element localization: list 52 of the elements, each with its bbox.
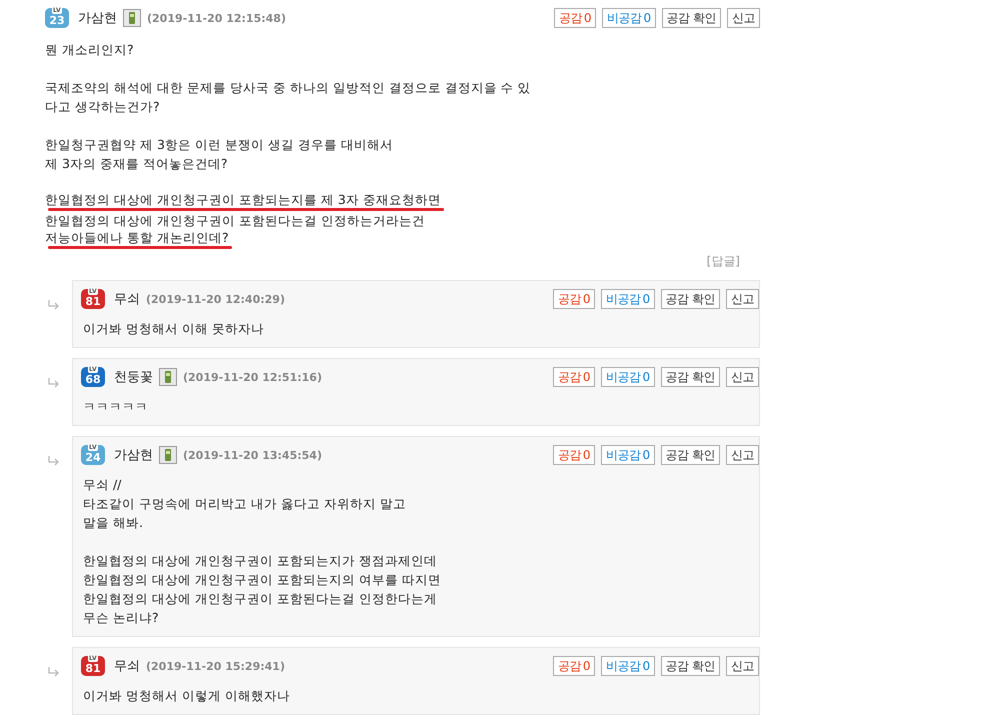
like-button[interactable]: 공감 0 xyxy=(552,656,596,676)
post-date: (2019-11-20 12:40:29) xyxy=(146,292,285,306)
comment-text: 한일협정의 대상에 개인청구권이 포함되는지를 제 3자 중재요청하면 xyxy=(45,192,441,208)
comment-text: 타조같이 구멍속에 머리박고 내가 옳다고 자위하지 말고 xyxy=(83,495,406,513)
reply-arrow-icon xyxy=(48,378,60,388)
post-date: (2019-11-20 15:29:41) xyxy=(146,660,285,672)
comment-text: 한일협정의 대상에 개인청구권이 포함된다는걸 인정한다는게 xyxy=(83,590,437,608)
action-button[interactable]: 공감 확인 xyxy=(660,656,720,676)
dislike-button[interactable]: 비공감 0 xyxy=(601,445,655,465)
action-button[interactable]: 신고 xyxy=(726,445,759,465)
comment-text: 이거봐 멍청해서 이해 못하자나 xyxy=(83,320,264,338)
action-button[interactable]: 공감 확인 xyxy=(660,445,720,465)
comment-text: 한일협정의 대상에 개인청구권이 포함된다는걸 인정하는거라는건 xyxy=(45,212,425,230)
comment-text: 무슨 논리냐? xyxy=(83,609,159,627)
author-name[interactable]: 가삼현 xyxy=(78,9,117,27)
author-name[interactable]: 무쇠 xyxy=(114,657,140,675)
comment-text: ㅋㅋㅋㅋㅋ xyxy=(83,398,148,416)
action-button[interactable]: 공감 확인 xyxy=(660,367,720,387)
comment-text: 한일협정의 대상에 개인청구권이 포함되는지가 쟁점과제인데 xyxy=(83,552,437,570)
like-button[interactable]: 공감 0 xyxy=(552,289,596,309)
action-button[interactable]: 신고 xyxy=(727,8,760,28)
comment-text: 한일청구권협약 제 3항은 이런 분쟁이 생길 경우를 대비해서 xyxy=(45,136,393,154)
author-name[interactable]: 천둥꽃 xyxy=(114,368,153,386)
comment-text: 무쇠 // xyxy=(83,476,122,494)
reply-arrow-icon xyxy=(48,300,60,310)
comment-text: 이거봐 멍청해서 이렇게 이해했자나 xyxy=(83,687,290,705)
action-button[interactable]: 신고 xyxy=(726,656,759,676)
like-button[interactable]: 공감 0 xyxy=(554,8,596,28)
comment-text: 말을 해봐. xyxy=(83,514,143,532)
comment-text: 한일협정의 대상에 개인청구권이 포함되는지의 여부를 따지면 xyxy=(83,571,441,589)
dislike-button[interactable]: 비공감 0 xyxy=(602,8,656,28)
author-name[interactable]: 무쇠 xyxy=(114,290,140,308)
action-button[interactable]: 신고 xyxy=(726,367,759,387)
post-date: (2019-11-20 13:45:54) xyxy=(183,448,322,462)
action-button[interactable]: 신고 xyxy=(726,289,759,309)
like-button[interactable]: 공감 0 xyxy=(552,367,596,387)
comment-text: 다고 생각하는건가? xyxy=(45,98,160,116)
author-name[interactable]: 가삼현 xyxy=(114,446,153,464)
dislike-button[interactable]: 비공감 0 xyxy=(601,656,655,676)
action-button[interactable]: 공감 확인 xyxy=(660,289,720,309)
comment-text: 국제조약의 해석에 대한 문제를 당사국 중 하나의 일방적인 결정으로 결정지을 수 있 xyxy=(45,79,531,97)
post-date: (2019-11-20 12:51:16) xyxy=(183,370,322,384)
like-button[interactable]: 공감 0 xyxy=(552,445,596,465)
dislike-button[interactable]: 비공감 0 xyxy=(601,367,655,387)
comment-text: 저능아들에나 통할 개논리인데? xyxy=(45,230,229,246)
dislike-button[interactable]: 비공감 0 xyxy=(601,289,655,309)
comment-text: 뭔 개소리인지? xyxy=(45,41,134,59)
action-button[interactable]: 공감 확인 xyxy=(662,8,721,28)
post-date: (2019-11-20 12:15:48) xyxy=(147,12,286,24)
reply-arrow-icon xyxy=(48,667,60,677)
comment-text: 제 3자의 중재를 적어놓은건데? xyxy=(45,155,228,173)
reply-arrow-icon xyxy=(48,456,60,466)
